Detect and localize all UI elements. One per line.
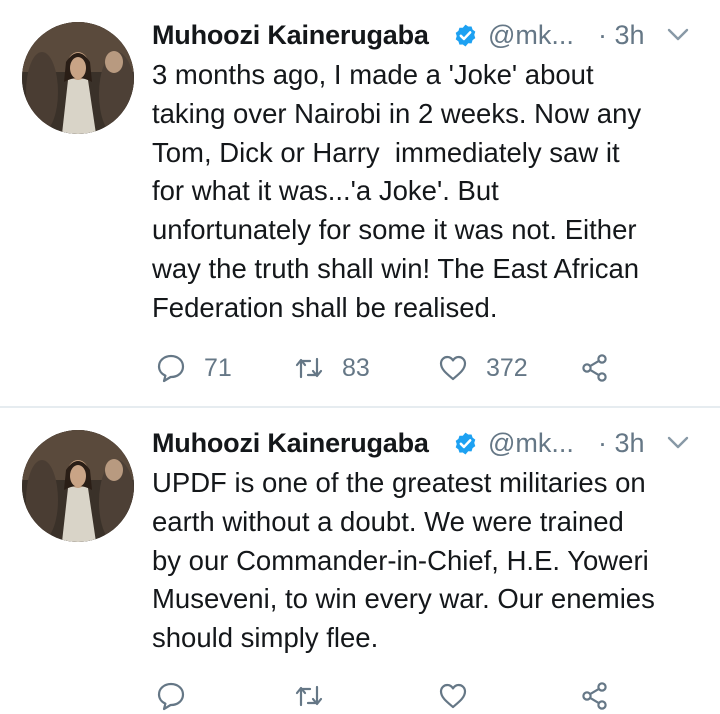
tweet-text-line: for what it was...'a Joke'. But <box>152 175 499 207</box>
retweet-icon <box>295 357 323 379</box>
heart-icon <box>439 683 467 709</box>
retweet-count: 83 <box>342 353 370 382</box>
reply-button[interactable]: 71 <box>156 350 232 386</box>
chevron-down-icon[interactable] <box>667 28 689 42</box>
avatar[interactable] <box>22 22 134 134</box>
tweet-text-line: 3 months ago, I made a 'Joke' about <box>152 59 594 90</box>
avatar[interactable] <box>22 430 134 542</box>
retweet-button[interactable] <box>294 678 342 714</box>
tweet-timestamp[interactable]: · 3h <box>598 428 645 459</box>
author-handle[interactable]: @mk... <box>488 428 574 459</box>
author-name[interactable]: Muhoozi Kainerugaba <box>152 428 429 459</box>
share-icon <box>582 682 607 710</box>
tweet[interactable]: Muhoozi Kainerugaba @mk... · 3h 3 months… <box>0 0 720 407</box>
avatar-image <box>22 430 134 542</box>
tweet-actions <box>152 678 652 714</box>
avatar-image <box>22 22 134 134</box>
tweet-timestamp[interactable]: · 3h <box>598 20 645 51</box>
tweet-text: UPDF is one of the greatest militaries o… <box>152 464 712 658</box>
tweet-text-line: Tom, Dick or Harry immediately saw it <box>152 136 620 168</box>
tweet-text-line: by our Commander-in-Chief, H.E. Yoweri <box>152 544 649 576</box>
heart-icon <box>439 355 467 381</box>
tweet-text-line: Museveni, to win every war. Our enemies <box>152 583 655 615</box>
like-button[interactable]: 372 <box>438 350 528 386</box>
tweet[interactable]: Muhoozi Kainerugaba @mk... · 3h UPDF is … <box>0 408 720 711</box>
like-button[interactable] <box>438 678 486 714</box>
tweet-text: 3 months ago, I made a 'Joke' about taki… <box>152 56 712 328</box>
retweet-icon <box>295 685 323 707</box>
like-count: 372 <box>486 353 528 382</box>
tweet-text-line: way the truth shall win! The East Africa… <box>152 252 640 284</box>
reply-icon <box>157 354 185 383</box>
share-icon <box>582 354 607 382</box>
tweet-text-line: Federation shall be realised. <box>152 291 498 323</box>
verified-badge-icon <box>455 24 476 47</box>
reply-icon <box>157 682 185 711</box>
author-name[interactable]: Muhoozi Kainerugaba <box>152 20 429 51</box>
share-button[interactable] <box>580 678 628 714</box>
share-button[interactable] <box>580 350 628 386</box>
tweet-actions: 71 83 372 <box>152 350 652 386</box>
retweet-button[interactable]: 83 <box>294 350 370 386</box>
tweet-header: Muhoozi Kainerugaba @mk... · 3h <box>152 422 712 462</box>
tweet-text-line: unfortunately for some it was not. Eithe… <box>152 214 637 246</box>
tweet-text-line: should simply flee. <box>152 622 379 654</box>
tweet-header: Muhoozi Kainerugaba @mk... · 3h <box>152 14 712 54</box>
chevron-down-icon[interactable] <box>667 436 689 450</box>
tweet-text-line: UPDF is one of the greatest militaries o… <box>152 467 646 498</box>
reply-count: 71 <box>204 353 232 382</box>
tweet-text-line: earth without a doubt. We were trained <box>152 505 624 537</box>
author-handle[interactable]: @mk... <box>488 20 574 51</box>
verified-badge-icon <box>455 432 476 455</box>
reply-button[interactable] <box>156 678 204 714</box>
tweet-text-line: taking over Nairobi in 2 weeks. Now any <box>152 97 642 129</box>
